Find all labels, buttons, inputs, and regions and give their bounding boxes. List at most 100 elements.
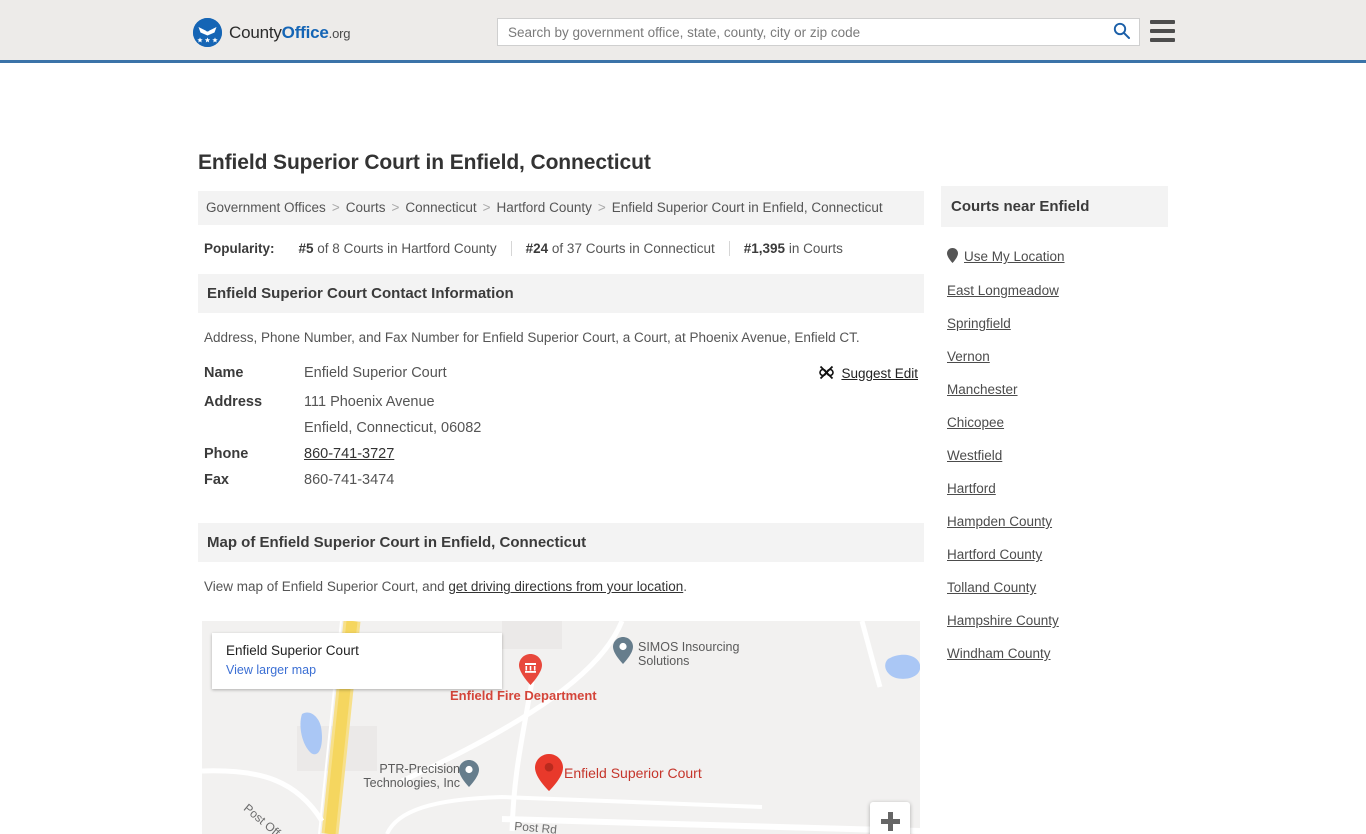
suggest-edit-button[interactable]: Suggest Edit: [819, 365, 918, 383]
logo-text-org: .org: [328, 26, 351, 41]
logo-text: CountyOffice.org: [229, 24, 350, 41]
row-value-fax: 860-741-3474: [304, 472, 395, 489]
hamburger-menu-icon[interactable]: [1150, 20, 1175, 42]
contact-section-description: Address, Phone Number, and Fax Number fo…: [204, 330, 860, 346]
empty-cell: [784, 467, 924, 493]
breadcrumb-item-courts[interactable]: Courts: [346, 200, 386, 215]
sidebar-item-hartford-county[interactable]: Hartford County: [947, 538, 1162, 571]
sidebar-item-label[interactable]: Hartford: [947, 481, 996, 496]
row-key-name: Name: [204, 365, 244, 382]
sidebar-item-chicopee[interactable]: Chicopee: [947, 406, 1162, 439]
sidebar-item-label[interactable]: Hampshire County: [947, 613, 1059, 628]
row-value-address-city: Enfield, Connecticut, 06082: [304, 420, 482, 437]
breadcrumb-item-current: Enfield Superior Court in Enfield, Conne…: [611, 200, 883, 215]
popularity-item-county: #5 of 8 Courts in Hartford County: [285, 241, 511, 256]
sidebar-item-label[interactable]: Windham County: [947, 646, 1051, 661]
sidebar-item-manchester[interactable]: Manchester: [947, 373, 1162, 406]
search-button[interactable]: [1103, 19, 1139, 45]
row-key-blank: [198, 415, 298, 441]
breadcrumb: Government Offices > Courts > Connecticut > Ha…: [198, 191, 924, 226]
table-row: Enfield, Connecticut, 06082: [198, 415, 924, 441]
page-title: Enfield Superior Court in Enfield, Conne…: [198, 151, 651, 174]
row-value-phone-cell: 860-741-3727: [298, 441, 784, 467]
empty-cell: [784, 415, 924, 441]
row-key-fax: Fax: [204, 472, 229, 489]
edit-pencil-icon: [819, 365, 835, 383]
eagle-shield-logo-icon: [193, 18, 222, 47]
main-column: Government Offices > Courts > Connecticut > Ha…: [198, 191, 924, 834]
sidebar-item-east-longmeadow[interactable]: East Longmeadow: [947, 274, 1162, 307]
empty-cell: [784, 441, 924, 467]
popularity-bar: Popularity: #5 of 8 Courts in Hartford C…: [198, 225, 924, 268]
breadcrumb-item-connecticut[interactable]: Connecticut: [405, 200, 476, 215]
map-label-enfield-superior-court: Enfield Superior Court: [564, 764, 702, 781]
sidebar-item-label[interactable]: Tolland County: [947, 580, 1036, 595]
map-info-card[interactable]: Enfield Superior Court View larger map: [212, 632, 502, 689]
sidebar-item-hartford[interactable]: Hartford: [947, 472, 1162, 505]
sidebar-item-use-my-location[interactable]: Use My Location: [947, 239, 1162, 274]
sidebar-list: Use My Location East Longmeadow Springfi…: [941, 227, 1168, 670]
location-pin-icon: [947, 248, 958, 265]
sidebar-item-label[interactable]: Hampden County: [947, 514, 1052, 529]
map-card-title: Enfield Superior Court: [226, 642, 359, 658]
site-logo[interactable]: CountyOffice.org: [193, 18, 350, 47]
sidebar-item-hampshire-county[interactable]: Hampshire County: [947, 604, 1162, 637]
sidebar-item-windham-county[interactable]: Windham County: [947, 637, 1162, 670]
breadcrumb-separator: >: [331, 200, 340, 215]
view-larger-map-link[interactable]: View larger map: [226, 663, 502, 677]
popularity-rank: #5: [298, 241, 314, 257]
sidebar-item-label[interactable]: Hartford County: [947, 547, 1042, 562]
row-value-name: Enfield Superior Court: [304, 365, 447, 382]
search-input[interactable]: [498, 19, 1103, 45]
sidebar-heading: Courts near Enfield: [941, 186, 1168, 227]
breadcrumb-separator: >: [391, 200, 400, 215]
map-section-description: View map of Enfield Superior Court, and …: [198, 562, 924, 607]
table-row: Fax 860-741-3474: [198, 467, 924, 493]
phone-link[interactable]: 860-741-3727: [304, 446, 394, 462]
contact-section-heading: Enfield Superior Court Contact Informati…: [198, 274, 924, 314]
sidebar-item-hampden-county[interactable]: Hampden County: [947, 505, 1162, 538]
sidebar: Courts near Enfield Use My Location East…: [941, 186, 1168, 670]
sidebar-item-label[interactable]: Chicopee: [947, 415, 1004, 430]
sidebar-item-label[interactable]: Vernon: [947, 349, 990, 364]
popularity-rank-text: in Courts: [785, 241, 843, 257]
popularity-label: Popularity:: [204, 241, 275, 257]
map-embed[interactable]: Enfield Fire Department SIMOS Insourcing…: [202, 620, 920, 834]
map-label-fire-department: Enfield Fire Department: [450, 687, 597, 703]
logo-text-county: County: [229, 23, 282, 42]
sidebar-item-westfield[interactable]: Westfield: [947, 439, 1162, 472]
breadcrumb-item-hartford-county[interactable]: Hartford County: [497, 200, 592, 215]
popularity-item-state: #24 of 37 Courts in Connecticut: [510, 241, 729, 257]
table-row: Name Enfield Superior Court Suggest Edit: [198, 360, 924, 389]
sidebar-item-label[interactable]: Use My Location: [964, 249, 1065, 264]
map-desc-prefix: View map of Enfield Superior Court, and: [204, 579, 449, 595]
row-key-phone: Phone: [204, 446, 249, 463]
popularity-item-national: #1,395 in Courts: [728, 241, 857, 257]
empty-cell: [784, 389, 924, 415]
hamburger-bar: [1150, 29, 1175, 33]
map-zoom-in-button[interactable]: [870, 801, 910, 834]
sidebar-item-vernon[interactable]: Vernon: [947, 340, 1162, 373]
breadcrumb-separator: >: [597, 200, 606, 215]
sidebar-item-label[interactable]: Westfield: [947, 448, 1002, 463]
breadcrumb-separator: >: [482, 200, 491, 215]
logo-text-office: Office: [281, 23, 329, 42]
row-key-address: Address: [204, 394, 263, 411]
hamburger-bar: [1150, 20, 1175, 24]
sidebar-item-tolland-county[interactable]: Tolland County: [947, 571, 1162, 604]
map-label-simos: SIMOS Insourcing Solutions: [638, 639, 740, 669]
popularity-rank: #24: [525, 241, 549, 257]
map-road-label-post-rd: Post Rd: [513, 818, 558, 834]
sidebar-item-label[interactable]: East Longmeadow: [947, 283, 1059, 298]
sidebar-item-label[interactable]: Springfield: [947, 316, 1011, 331]
sidebar-item-springfield[interactable]: Springfield: [947, 307, 1162, 340]
suggest-edit-cell: Suggest Edit: [784, 360, 924, 389]
breadcrumb-item-government-offices[interactable]: Government Offices: [206, 200, 326, 215]
table-row: Phone 860-741-3727: [198, 441, 924, 467]
sidebar-item-label[interactable]: Manchester: [947, 382, 1018, 397]
popularity-rank: #1,395: [743, 241, 786, 257]
suggest-edit-label: Suggest Edit: [841, 366, 918, 382]
search-bar[interactable]: [497, 18, 1140, 46]
driving-directions-link[interactable]: get driving directions from your locatio…: [448, 579, 683, 594]
site-header: CountyOffice.org: [0, 0, 1366, 63]
